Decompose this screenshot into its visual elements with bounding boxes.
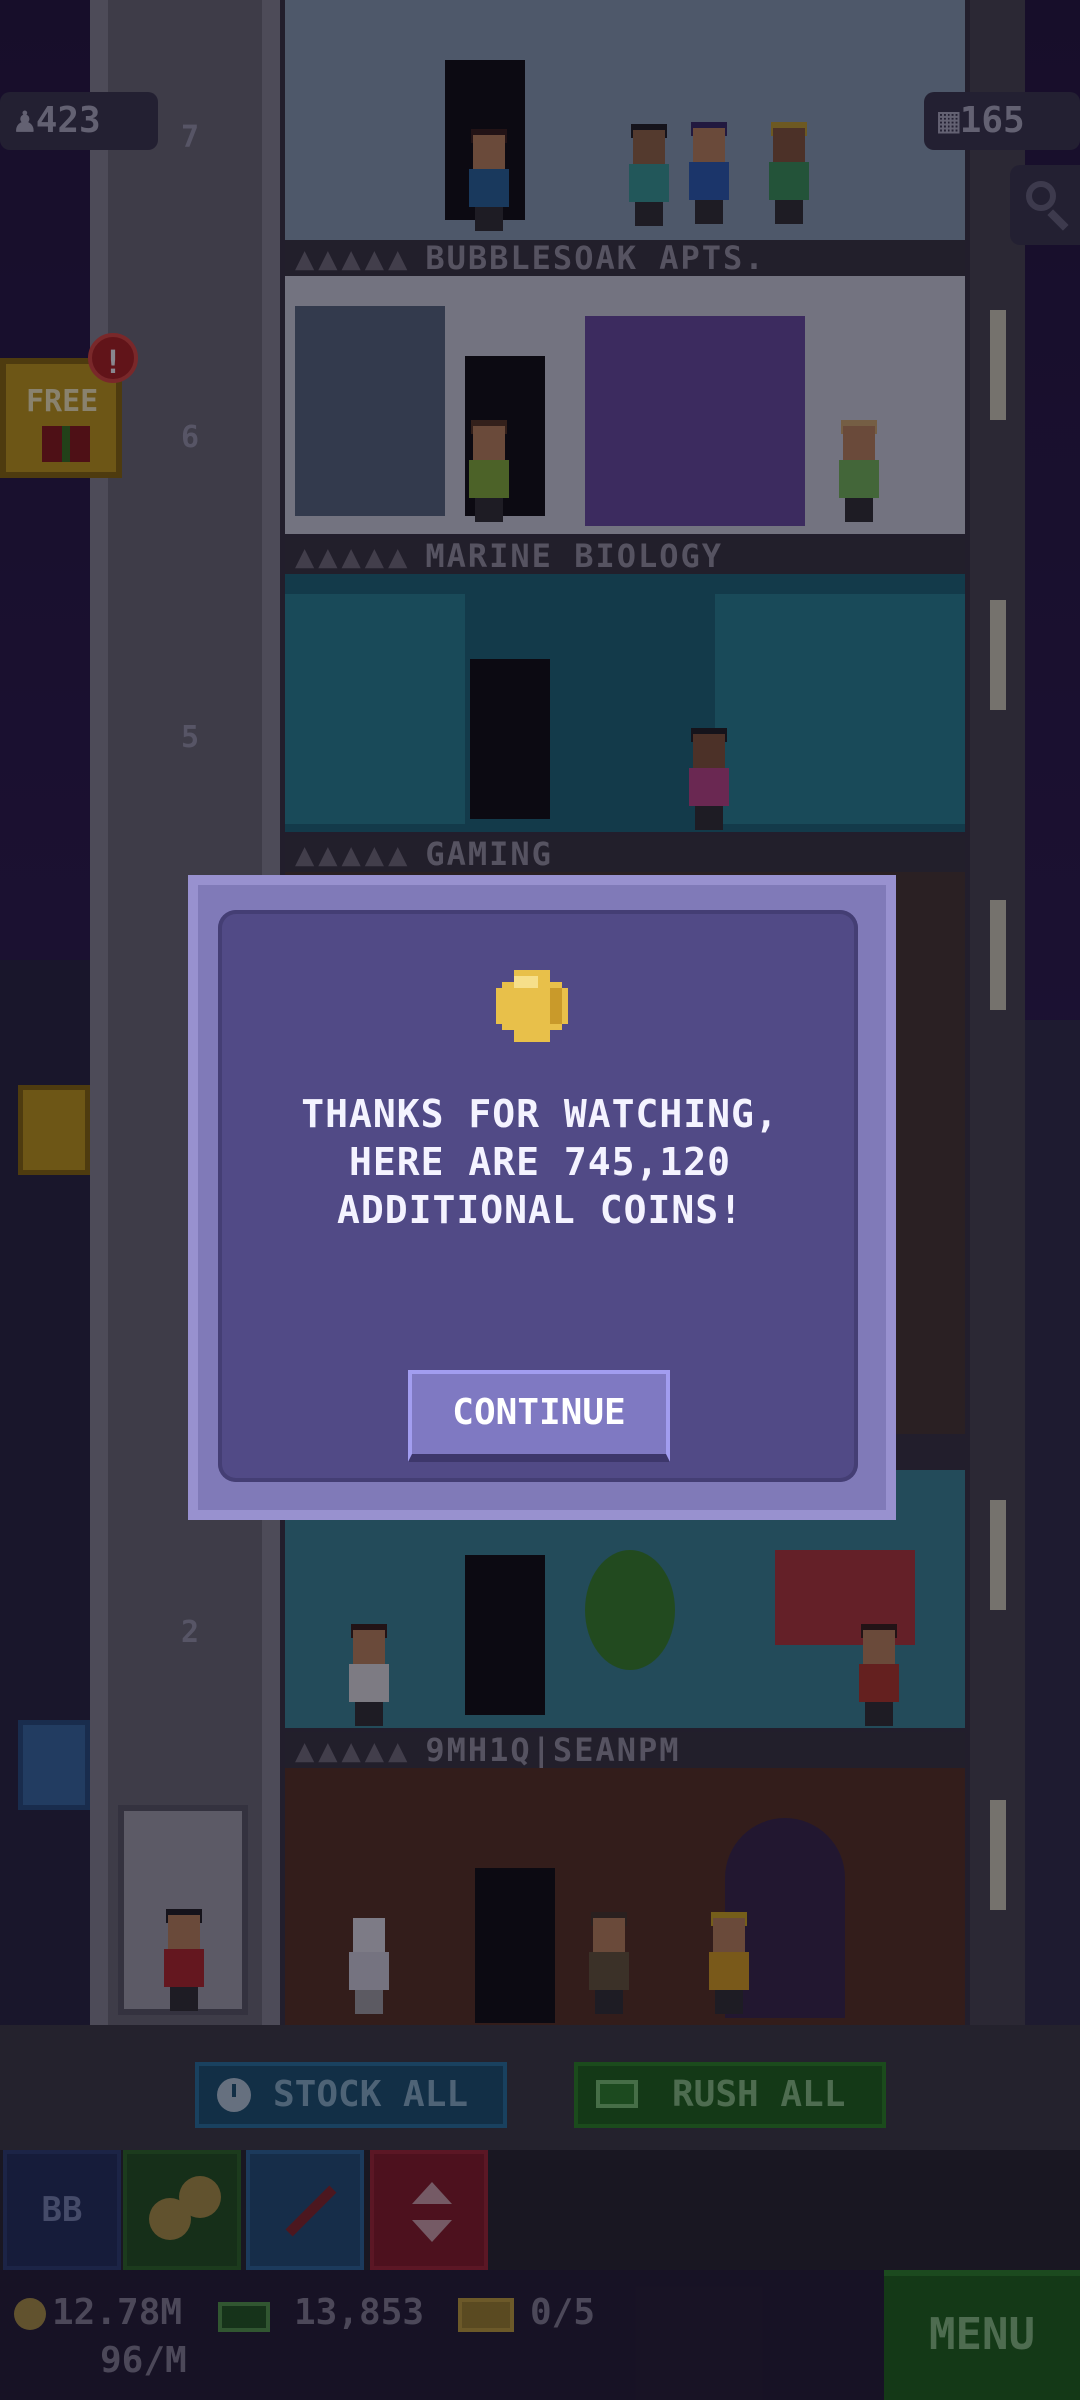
- reward-message: THANKS FOR WATCHING, HERE ARE 745,120 AD…: [301, 1092, 779, 1232]
- coin-icon: [496, 970, 568, 1042]
- continue-button[interactable]: CONTINUE: [408, 1370, 670, 1462]
